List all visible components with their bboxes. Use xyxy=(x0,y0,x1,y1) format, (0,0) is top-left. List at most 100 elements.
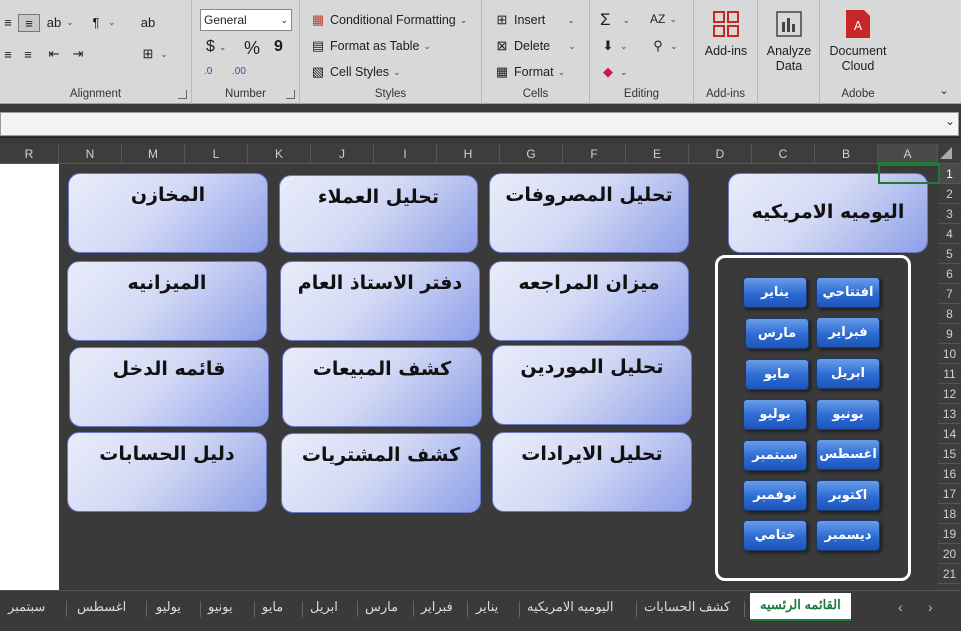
month-button-november[interactable]: نوفمبر xyxy=(743,480,807,511)
card-general-ledger[interactable]: دفتر الاستاذ العام xyxy=(280,261,480,341)
month-button-december[interactable]: ديسمبر xyxy=(816,520,880,551)
percent-button[interactable]: % xyxy=(244,38,260,59)
expand-formula-icon[interactable]: ⌄ xyxy=(945,114,955,128)
sheet-tab[interactable]: مارس xyxy=(365,599,398,615)
column-header[interactable]: C xyxy=(752,144,815,164)
column-header[interactable]: D xyxy=(689,144,752,164)
row-header[interactable]: 8 xyxy=(938,304,961,324)
card-trial-balance[interactable]: ميزان المراجعه xyxy=(489,261,689,341)
month-button-closing[interactable]: ختامي xyxy=(743,520,807,551)
decrease-decimal-button[interactable]: .00 xyxy=(232,66,246,77)
increase-indent-icon[interactable]: ⇥ xyxy=(70,46,86,62)
row-header[interactable]: 1 xyxy=(938,164,961,184)
number-format-select[interactable]: General ⌄ xyxy=(200,9,292,31)
decrease-indent-icon[interactable]: ⇤ xyxy=(46,46,62,62)
sheet-tab[interactable]: سبتمبر xyxy=(8,599,45,615)
row-header[interactable]: 10 xyxy=(938,344,961,364)
month-button-opening[interactable]: افتتاحي xyxy=(816,277,880,308)
comma-button[interactable]: 9 xyxy=(274,38,283,56)
card-income-statement[interactable]: قائمه الدخل xyxy=(69,347,269,427)
format-as-table-button[interactable]: ▤ Format as Table ⌄ xyxy=(310,38,431,54)
delete-button[interactable]: ⊠ Delete ⌄ xyxy=(494,38,576,54)
row-header[interactable]: 20 xyxy=(938,544,961,564)
formula-input[interactable] xyxy=(0,112,959,136)
merge-center-icon[interactable]: ⊞ ⌄ xyxy=(140,46,168,62)
scroll-tabs-left-icon[interactable]: ‹ xyxy=(898,599,903,615)
fill-button[interactable]: ⬇ ⌄ xyxy=(600,38,628,54)
conditional-formatting-button[interactable]: ▦ Conditional Formatting ⌄ xyxy=(310,12,467,28)
month-button-september[interactable]: سبتمبر xyxy=(743,440,807,471)
row-header[interactable]: 17 xyxy=(938,484,961,504)
column-r-cells[interactable] xyxy=(0,164,59,590)
column-header[interactable]: B xyxy=(815,144,878,164)
sheet-tab[interactable]: يونيو xyxy=(208,599,233,615)
card-american-journal[interactable]: اليوميه الامريكيه xyxy=(728,173,928,253)
column-header[interactable]: M xyxy=(122,144,185,164)
card-sales-statement[interactable]: كشف المبيعات xyxy=(282,347,482,427)
row-header[interactable]: 19 xyxy=(938,524,961,544)
alignment-launcher-icon[interactable] xyxy=(178,90,187,99)
row-header[interactable]: 21 xyxy=(938,564,961,584)
wrap-text-icon[interactable]: ab xyxy=(140,14,156,30)
row-header[interactable]: 2 xyxy=(938,184,961,204)
month-button-july[interactable]: يوليو xyxy=(743,399,807,430)
row-header[interactable]: 15 xyxy=(938,444,961,464)
align-center-icon[interactable]: ≡ xyxy=(0,46,16,62)
card-chart-of-accounts[interactable]: دليل الحسابات xyxy=(67,432,267,512)
sheet-tab[interactable]: فبراير xyxy=(421,599,453,615)
sheet-tab[interactable]: اليوميه الامريكيه xyxy=(527,599,614,615)
row-header[interactable]: 4 xyxy=(938,224,961,244)
row-header[interactable]: 11 xyxy=(938,364,961,384)
column-header[interactable]: H xyxy=(437,144,500,164)
column-header[interactable]: N xyxy=(59,144,122,164)
row-header[interactable]: 9 xyxy=(938,324,961,344)
row-header[interactable]: 5 xyxy=(938,244,961,264)
sheet-tab[interactable]: يوليو xyxy=(156,599,181,615)
month-button-october[interactable]: اكتوبر xyxy=(816,480,880,511)
row-header[interactable]: 14 xyxy=(938,424,961,444)
column-header[interactable]: G xyxy=(500,144,563,164)
card-supplier-analysis[interactable]: تحليل الموردين xyxy=(492,345,692,425)
card-budget[interactable]: الميزانيه xyxy=(67,261,267,341)
card-customer-analysis[interactable]: تحليل العملاء xyxy=(279,175,478,253)
card-expense-analysis[interactable]: تحليل المصروفات xyxy=(489,173,689,253)
column-header[interactable]: A xyxy=(878,144,938,164)
row-header[interactable]: 16 xyxy=(938,464,961,484)
row-header[interactable]: 12 xyxy=(938,384,961,404)
card-warehouses[interactable]: المخازن xyxy=(68,173,268,253)
row-header[interactable]: 18 xyxy=(938,504,961,524)
card-revenue-analysis[interactable]: تحليل الايرادات xyxy=(492,432,692,512)
text-direction-icon[interactable]: ¶ ⌄ xyxy=(88,14,116,30)
row-header[interactable]: 6 xyxy=(938,264,961,284)
select-all-corner[interactable] xyxy=(940,147,952,159)
column-header[interactable]: E xyxy=(626,144,689,164)
currency-button[interactable]: $ ⌄ xyxy=(206,38,226,56)
sort-filter-button[interactable]: AZ ⌄ xyxy=(650,12,677,26)
sheet-tab[interactable]: يناير xyxy=(476,599,498,615)
autosum-button[interactable]: Σ ⌄ xyxy=(600,10,630,30)
collapse-ribbon-icon[interactable]: ⌄ xyxy=(939,83,949,97)
column-header[interactable]: K xyxy=(248,144,311,164)
increase-decimal-button[interactable]: .0 xyxy=(204,66,212,77)
month-button-june[interactable]: يونيو xyxy=(816,399,880,430)
row-header[interactable]: 7 xyxy=(938,284,961,304)
column-header[interactable]: F xyxy=(563,144,626,164)
cell-styles-button[interactable]: ▧ Cell Styles ⌄ xyxy=(310,64,401,80)
month-button-may[interactable]: مايو xyxy=(745,359,809,390)
month-button-january[interactable]: يناير xyxy=(743,277,807,308)
orientation-icon[interactable]: ab ⌄ xyxy=(46,14,74,30)
column-header[interactable]: L xyxy=(185,144,248,164)
find-select-button[interactable]: ⚲ ⌄ xyxy=(650,38,677,54)
month-button-march[interactable]: مارس xyxy=(745,318,809,349)
month-button-august[interactable]: اغسطس xyxy=(816,439,880,470)
insert-button[interactable]: ⊞ Insert ⌄ xyxy=(494,12,575,28)
clear-button[interactable]: ◆ ⌄ xyxy=(600,64,628,80)
sheet-tab[interactable]: ابريل xyxy=(310,599,338,615)
addins-button[interactable]: Add-ins xyxy=(703,8,749,59)
column-header[interactable]: R xyxy=(0,144,59,164)
align-right-icon[interactable]: ≡ xyxy=(20,46,36,62)
scroll-tabs-right-icon[interactable]: › xyxy=(928,599,933,615)
sheet-tab[interactable]: مايو xyxy=(262,599,283,615)
month-button-april[interactable]: ابريل xyxy=(816,358,880,389)
align-left-icon[interactable]: ≡ xyxy=(0,14,16,30)
